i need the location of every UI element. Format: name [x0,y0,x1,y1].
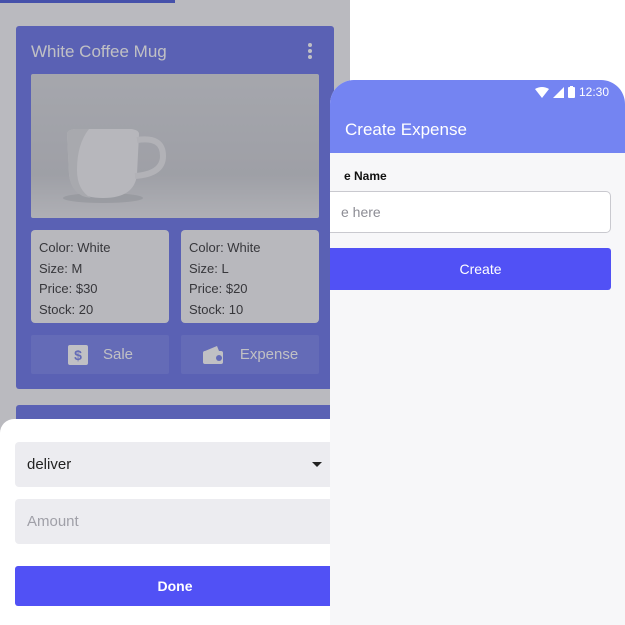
wifi-icon [534,86,549,98]
type-select-value: deliver [27,456,72,473]
amount-input[interactable] [15,499,335,544]
dropdown-caret-icon [312,461,322,467]
status-bar: 12:30 [534,85,609,99]
bottom-sheet: deliver Done [0,419,350,625]
app-bar: 12:30 Create Expense [330,80,625,153]
status-time: 12:30 [578,85,609,99]
page-title: Create Expense [345,120,467,139]
expense-name-input[interactable] [330,191,611,233]
done-button[interactable]: Done [15,566,335,606]
battery-icon [567,86,575,98]
create-button[interactable]: Create [330,248,611,290]
signal-icon [552,86,564,98]
create-expense-screen: 12:30 Create Expense e Name Create [330,80,625,625]
name-field-label: e Name [344,169,387,183]
product-list-screen: White Coffee Mug Color: White Size: M Pr… [0,0,350,625]
type-select[interactable]: deliver [15,442,335,487]
